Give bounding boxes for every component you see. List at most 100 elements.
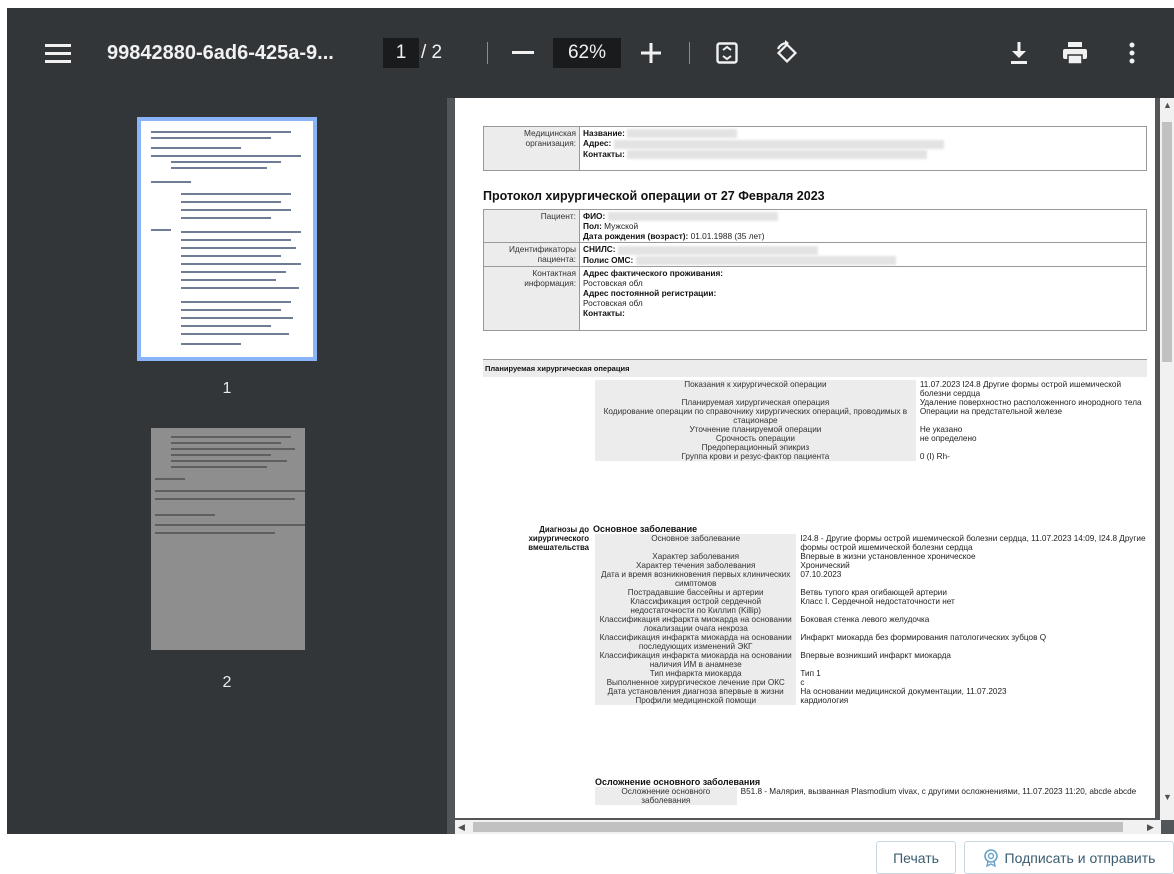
page-thumbnail-2[interactable] — [147, 424, 309, 654]
hamburger-icon — [45, 44, 71, 63]
sign-and-send-label: Подписать и отправить — [1004, 849, 1156, 866]
zoom-level-input[interactable]: 62% — [553, 38, 621, 68]
row-label: Тип инфаркта миокарда — [595, 669, 797, 678]
redacted-field — [635, 255, 896, 265]
actual-address-key: Адрес фактического проживания: — [583, 267, 724, 278]
fit-page-icon — [716, 42, 738, 64]
fit-to-page-button[interactable] — [709, 36, 745, 70]
toolbar-divider — [487, 42, 488, 64]
complication-heading: Осложнение основного заболевания — [595, 777, 761, 787]
thumbnail-sidebar: 1 2 — [7, 98, 447, 834]
viewer-toolbar: 99842880-6ad6-425a-9... 1 / 2 62% — [7, 8, 1174, 98]
row-value: 07.10.2023 — [800, 570, 842, 579]
signature-seal-icon — [983, 848, 998, 867]
row-value: Впервые возникший инфаркт миокарда — [800, 651, 951, 660]
row-label: Группа крови и резус-фактор пациента — [595, 452, 916, 461]
table-row: Основное заболевание I24.8 - Другие формы… — [595, 534, 1155, 552]
page-thumbnail-1[interactable] — [137, 117, 317, 361]
row-label: Основное заболевание — [595, 534, 797, 552]
row-value: не определено — [919, 434, 977, 443]
row-value: Операции на предстательной железе — [919, 407, 1063, 416]
table-row: Предоперационный эпикриз — [595, 443, 1155, 452]
row-value: Ветвь тупого края огибающей артерии — [800, 588, 947, 597]
row-label: Характер заболевания — [595, 552, 797, 561]
menu-button[interactable] — [41, 38, 75, 68]
permanent-address-key: Адрес постоянной регистрации: — [583, 287, 717, 298]
pdf-viewer: 99842880-6ad6-425a-9... 1 / 2 62% 1 2 Ме… — [7, 8, 1174, 834]
plus-icon — [641, 43, 661, 63]
row-label: Классификация инфаркта миокарда на основ… — [595, 651, 797, 669]
dob-value: 01.01.1988 (35 лет) — [690, 231, 765, 242]
org-label: Медицинская организация: — [483, 126, 580, 171]
vertical-scroll-thumb[interactable] — [1162, 122, 1172, 362]
redacted-field — [617, 245, 818, 255]
row-value: кардиология — [800, 696, 849, 705]
document-page: Медицинская организация: Название: Адрес… — [455, 98, 1155, 818]
patient-table: Пациент: ФИО: Пол: Мужской Дата рождения… — [483, 208, 1147, 331]
table-row: Характер заболевания Впервые в жизни уста… — [595, 552, 1155, 561]
org-name-key: Название: — [583, 128, 625, 138]
vertical-scrollbar[interactable]: ▲ ▼ — [1160, 98, 1174, 820]
download-icon — [1011, 42, 1027, 64]
protocol-title: Протокол хирургической операции от 27 Фе… — [483, 189, 825, 203]
sex-key: Пол: — [583, 221, 602, 232]
zoom-out-button[interactable] — [503, 38, 543, 68]
printer-icon — [1063, 42, 1087, 64]
row-value: Впервые в жизни установленное хроническо… — [800, 552, 976, 561]
minus-icon — [512, 51, 534, 54]
table-row: Характер течения заболевания Хронический — [595, 561, 1155, 570]
table-row: Дата установления диагноза впервые в жиз… — [595, 687, 1155, 696]
row-value: Класс I. Сердечной недостаточности нет — [800, 597, 955, 606]
sign-and-send-button[interactable]: Подписать и отправить — [964, 841, 1174, 874]
table-row: Дата и время возникновения первых клинич… — [595, 570, 1155, 588]
table-row: Классификация инфаркта миокарда на основ… — [595, 633, 1155, 651]
table-row: Тип инфаркта миокарда Тип 1 — [595, 669, 1155, 678]
document-view[interactable]: Медицинская организация: Название: Адрес… — [447, 98, 1174, 834]
row-label: Планируемая хирургическая операция — [595, 398, 916, 407]
scroll-down-arrow[interactable]: ▼ — [1163, 790, 1172, 804]
row-label: Дата установления диагноза впервые в жиз… — [595, 687, 797, 696]
scroll-left-arrow[interactable]: ◀ — [458, 820, 465, 834]
row-value: Не указано — [919, 425, 963, 434]
row-label: Срочность операции — [595, 434, 916, 443]
row-value: I24.8 - Другие формы острой ишемической … — [800, 534, 1146, 552]
row-value — [916, 443, 1155, 452]
row-label: Профили медицинской помощи — [595, 696, 797, 705]
thumbnail-preview — [141, 121, 313, 357]
table-row: Классификация инфаркта миокарда на основ… — [595, 615, 1155, 633]
fio-key: ФИО: — [583, 211, 606, 221]
row-value: Тип 1 — [800, 669, 821, 678]
scroll-right-arrow[interactable]: ▶ — [1147, 820, 1154, 834]
row-value: 0 (I) Rh- — [919, 452, 950, 461]
horizontal-scroll-thumb[interactable] — [473, 822, 1123, 832]
rotate-button[interactable] — [767, 34, 807, 72]
table-row: Группа крови и резус-фактор пациента 0 (I… — [595, 452, 1155, 461]
row-label: Выполненное хирургическое лечение при ОК… — [595, 678, 797, 687]
scroll-up-arrow[interactable]: ▲ — [1163, 98, 1172, 112]
complication-table: Осложнение основного заболевания B51.8 - … — [595, 787, 1155, 805]
download-button[interactable] — [1001, 36, 1037, 70]
row-label: Дата и время возникновения первых клинич… — [595, 570, 797, 588]
redacted-field — [607, 212, 778, 222]
horizontal-scrollbar[interactable]: ◀ ▶ — [455, 820, 1161, 834]
more-actions-button[interactable] — [1117, 36, 1147, 70]
table-row: Показания к хирургической операции 11.07.… — [595, 380, 1155, 398]
rotate-icon — [776, 40, 798, 64]
row-value: с — [800, 678, 805, 687]
page-number-input[interactable]: 1 — [383, 38, 419, 68]
org-address-key: Адрес: — [583, 138, 612, 149]
planned-operation-table: Показания к хирургической операции 11.07.… — [595, 380, 1155, 461]
print-button[interactable] — [1055, 36, 1095, 70]
dob-key: Дата рождения (возраст): — [583, 231, 689, 242]
print-document-button[interactable]: Печать — [876, 841, 956, 874]
actual-address-value: Ростовская обл — [583, 277, 643, 288]
row-value: B51.8 - Малярия, вызванная Plasmodium vi… — [740, 787, 1137, 796]
table-row: Планируемая хирургическая операция Удален… — [595, 398, 1155, 407]
redacted-field — [627, 149, 928, 159]
row-label: Показания к хирургической операции — [595, 380, 916, 398]
oms-key: Полис ОМС: — [583, 254, 634, 265]
row-value: Инфаркт миокарда без формирования патоло… — [800, 633, 1047, 642]
diagnosis-table: Основное заболевание I24.8 - Другие формы… — [595, 534, 1155, 705]
zoom-in-button[interactable] — [633, 38, 669, 68]
row-label: Классификация инфаркта миокарда на основ… — [595, 633, 797, 651]
